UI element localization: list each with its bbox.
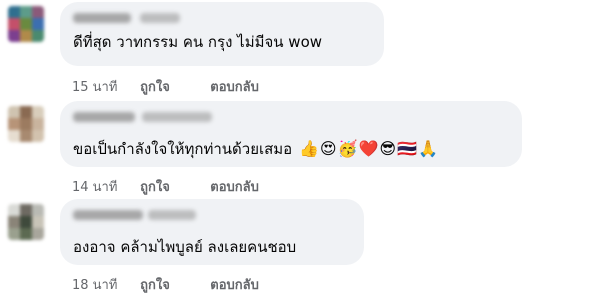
comment-actions: 18 นาที ถูกใจ ตอบกลับ [72,274,259,295]
commenter-name-part[interactable] [148,210,196,220]
avatar[interactable] [8,6,44,42]
commenter-name[interactable] [73,112,135,122]
commenter-name[interactable] [73,210,143,220]
reply-button[interactable]: ตอบกลับ [210,76,259,97]
commenter-name-part[interactable] [142,112,212,122]
emoji-icons: 👍😍🥳❤️😎🇹🇭🙏 [298,139,439,158]
comment-text-body: ขอเป็นกำลังใจให้ทุกท่านด้วยเสมอ [73,140,293,158]
avatar[interactable] [8,106,44,142]
comment-text-body: ดีที่สุด วาทกรรม คน กรุง ไม่มีจน wow [73,33,323,51]
reply-button[interactable]: ตอบกลับ [210,176,259,197]
comment-text: องอาจ คล้ามไพบูลย์ ลงเลยคนชอบ [73,237,296,257]
like-button[interactable]: ถูกใจ [140,176,206,197]
comment-text: ดีที่สุด วาทกรรม คน กรุง ไม่มีจน wow [73,32,322,52]
comment-actions: 14 นาที ถูกใจ ตอบกลับ [72,176,259,197]
commenter-name-part[interactable] [140,13,180,23]
comment-bubble: ดีที่สุด วาทกรรม คน กรุง ไม่มีจน wow [60,2,384,66]
comment-text: ขอเป็นกำลังใจให้ทุกท่านด้วยเสมอ 👍😍🥳❤️😎🇹🇭… [73,139,439,159]
comment-actions: 15 นาที ถูกใจ ตอบกลับ [72,76,259,97]
comment-bubble: องอาจ คล้ามไพบูลย์ ลงเลยคนชอบ [60,199,364,265]
avatar[interactable] [8,204,44,240]
comment-text-body: องอาจ คล้ามไพบูลย์ ลงเลยคนชอบ [73,238,297,256]
like-button[interactable]: ถูกใจ [140,274,206,295]
comment-timestamp[interactable]: 14 นาที [72,176,136,197]
comment-bubble: ขอเป็นกำลังใจให้ทุกท่านด้วยเสมอ 👍😍🥳❤️😎🇹🇭… [60,101,522,167]
comment-timestamp[interactable]: 18 นาที [72,274,136,295]
reply-button[interactable]: ตอบกลับ [210,274,259,295]
comment-timestamp[interactable]: 15 นาที [72,76,136,97]
like-button[interactable]: ถูกใจ [140,76,206,97]
commenter-name[interactable] [73,13,131,23]
